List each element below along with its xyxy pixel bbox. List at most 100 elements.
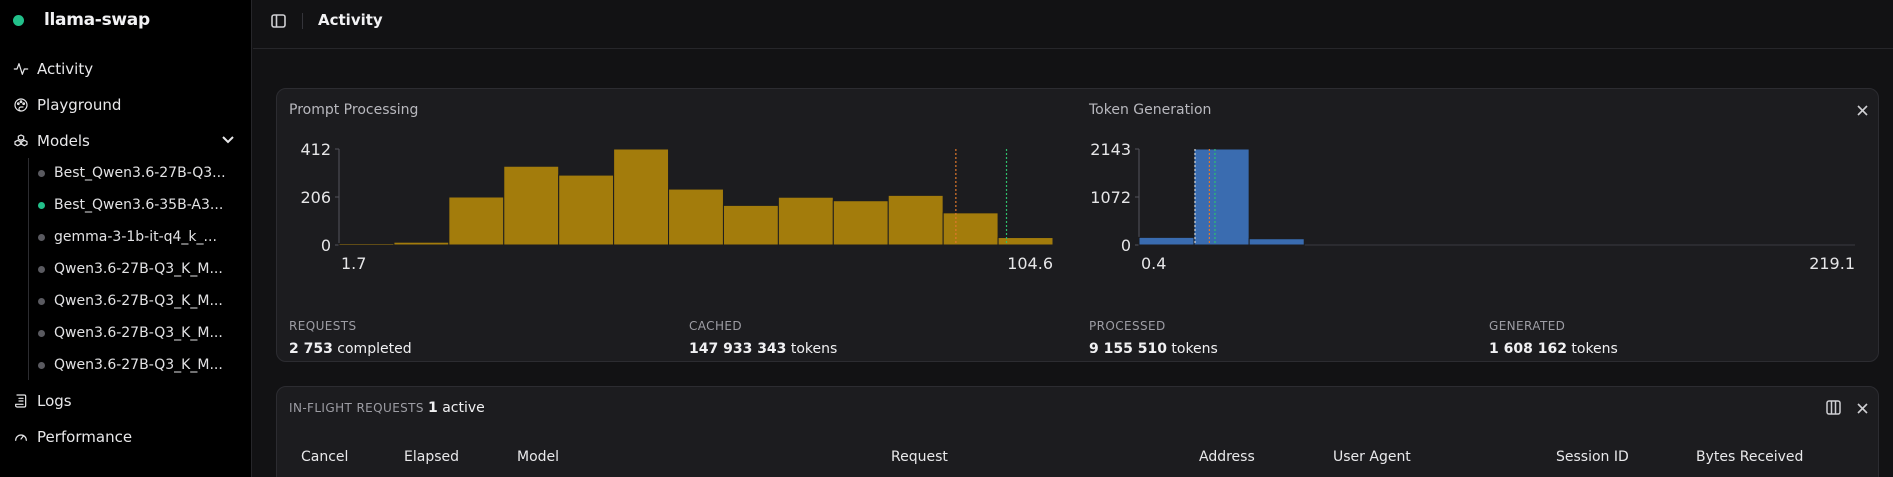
stats-card: Prompt Processing Token Generation 412 20… (276, 88, 1879, 362)
token-y-tick-label: 2143 (1090, 140, 1131, 159)
inflight-card: IN-FLIGHT REQUESTS 1 active Cancel Elaps… (276, 386, 1879, 477)
stat-cached-label: CACHED (689, 319, 743, 333)
column-header-model[interactable]: Model (517, 449, 559, 465)
inflight-count: 1 active (428, 400, 485, 416)
scroll-icon (15, 394, 27, 408)
page-title: Activity (318, 11, 383, 29)
column-header-request[interactable]: Request (891, 449, 948, 465)
stat-processed: PROCESSED 9 155 510 tokens (1089, 319, 1218, 357)
boxes-icon (14, 134, 28, 147)
stat-requests-suffix: completed (337, 341, 412, 357)
prompt-bar (887, 194, 944, 246)
app-name: llama-swap (44, 10, 150, 30)
stat-generated-label: GENERATED (1489, 319, 1566, 333)
model-item[interactable]: Qwen3.6-27B-Q3_K_M... (38, 290, 223, 312)
activity-icon (13, 63, 29, 75)
token-bar (1138, 236, 1195, 246)
model-label: Qwen3.6-27B-Q3_K_M... (54, 357, 223, 373)
model-item[interactable]: Best_Qwen3.6-35B-A3... (38, 194, 223, 216)
column-header-bytes-received[interactable]: Bytes Received (1696, 449, 1803, 465)
nav-performance[interactable]: Performance (13, 425, 132, 449)
prompt-bar (338, 243, 395, 246)
nav-activity-label: Activity (37, 60, 94, 78)
model-item[interactable]: Best_Qwen3.6-27B-Q3... (38, 162, 226, 184)
close-icon[interactable] (1857, 403, 1868, 414)
nav-activity[interactable]: Activity (13, 57, 93, 81)
model-status-dot (38, 361, 45, 369)
gauge-icon (15, 434, 27, 441)
prompt-y-tick-label: 412 (300, 140, 331, 159)
column-header-address[interactable]: Address (1199, 449, 1255, 465)
stat-cached-value: 147 933 343 (689, 341, 787, 357)
token-x-min-label: 0.4 (1141, 254, 1166, 273)
nav-playground-label: Playground (37, 96, 122, 114)
inflight-count-value: 1 (428, 400, 438, 416)
column-header-cancel[interactable]: Cancel (301, 449, 348, 465)
model-label: Best_Qwen3.6-27B-Q3... (54, 165, 226, 181)
prompt-bar (613, 148, 670, 246)
stat-requests: REQUESTS 2 753 completed (289, 319, 412, 357)
model-status-dot (38, 169, 45, 177)
token-y-tick-label: 0 (1121, 236, 1131, 255)
model-label: gemma-3-1b-it-q4_k_... (54, 229, 217, 245)
sidebar-toggle-icon[interactable] (271, 14, 286, 28)
prompt-bar (668, 188, 724, 246)
sidebar: llama-swap Activity Playground Models Be… (0, 0, 252, 477)
token-x-max-label: 219.1 (1809, 254, 1855, 273)
model-label: Qwen3.6-27B-Q3_K_M... (54, 293, 223, 309)
model-item[interactable]: Qwen3.6-27B-Q3_K_M... (38, 258, 223, 280)
inflight-label: IN-FLIGHT REQUESTS (289, 401, 424, 415)
column-header-user-agent[interactable]: User Agent (1333, 449, 1411, 465)
model-item[interactable]: Qwen3.6-27B-Q3_K_M... (38, 322, 223, 344)
token-y-tick-label: 1072 (1090, 188, 1131, 207)
nav-playground[interactable]: Playground (13, 93, 121, 117)
nav-models-label: Models (37, 132, 90, 150)
model-tree-line (28, 158, 29, 380)
inflight-count-suffix: active (442, 400, 485, 416)
stat-processed-suffix: tokens (1171, 341, 1218, 357)
stat-generated-value: 1 608 162 (1489, 341, 1567, 357)
model-status-dot (38, 201, 45, 209)
histogram-charts: 412 206 0 1.7 104.6 2143 1072 0 0.4 219.1 (300, 140, 1855, 273)
prompt-bar (942, 212, 999, 246)
brand[interactable]: llama-swap (13, 8, 150, 32)
column-header-session-id[interactable]: Session ID (1556, 449, 1629, 465)
nav-logs-label: Logs (37, 392, 72, 410)
stat-generated: GENERATED 1 608 162 tokens (1489, 319, 1618, 357)
prompt-x-max-label: 104.6 (1007, 254, 1053, 273)
model-label: Qwen3.6-27B-Q3_K_M... (54, 325, 223, 341)
prompt-bar (558, 174, 615, 246)
prompt-bar (777, 196, 834, 246)
stat-processed-label: PROCESSED (1089, 319, 1166, 333)
nav-logs[interactable]: Logs (13, 389, 72, 413)
status-dot (13, 14, 24, 26)
prompt-bar (722, 204, 779, 246)
model-status-dot (38, 265, 45, 273)
prompt-bar (832, 200, 889, 246)
token-bar (1193, 148, 1250, 246)
model-status-dot (38, 233, 45, 241)
prompt-x-min-label: 1.7 (341, 254, 366, 273)
prompt-y-tick-label: 206 (300, 188, 331, 207)
prompt-bar (393, 241, 450, 246)
header-divider (302, 13, 303, 29)
model-item[interactable]: gemma-3-1b-it-q4_k_... (38, 226, 217, 248)
column-header-elapsed[interactable]: Elapsed (404, 449, 459, 465)
top-bar: Activity (253, 0, 1893, 49)
model-status-dot (38, 329, 45, 337)
chevron-down-icon[interactable] (221, 133, 235, 147)
model-label: Qwen3.6-27B-Q3_K_M... (54, 261, 223, 277)
nav-models[interactable]: Models (13, 129, 90, 153)
prompt-y-tick-label: 0 (321, 236, 331, 255)
model-item[interactable]: Qwen3.6-27B-Q3_K_M... (38, 354, 223, 376)
token-bar (1248, 238, 1305, 246)
stat-requests-value: 2 753 (289, 341, 333, 357)
palette-icon (14, 98, 28, 112)
model-status-dot (38, 297, 45, 305)
columns-icon[interactable] (1826, 400, 1841, 415)
model-label: Best_Qwen3.6-35B-A3... (54, 197, 224, 213)
stat-cached: CACHED 147 933 343 tokens (689, 319, 837, 357)
stat-generated-suffix: tokens (1571, 341, 1618, 357)
prompt-bar (503, 165, 560, 246)
stat-cached-suffix: tokens (790, 341, 838, 357)
